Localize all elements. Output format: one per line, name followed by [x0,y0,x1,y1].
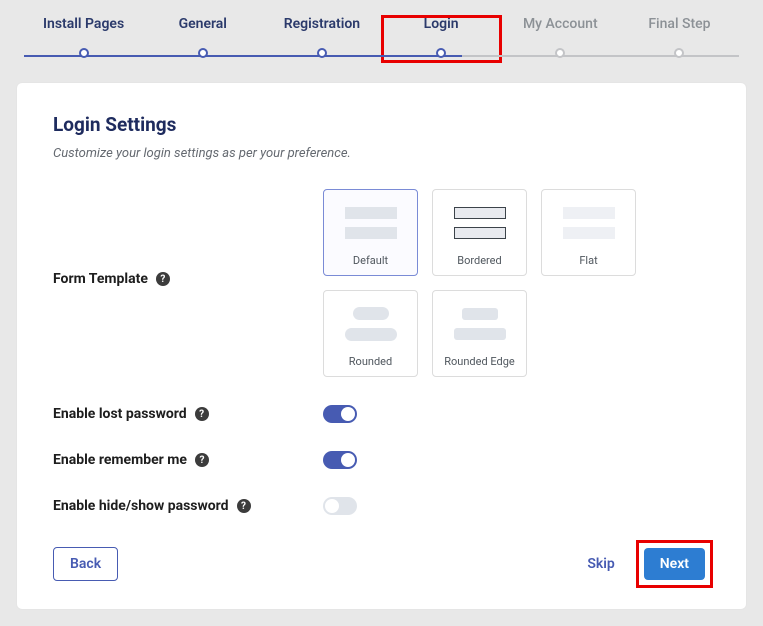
next-highlight: Next [639,543,710,585]
template-preview-icon [552,200,625,246]
toggle-knob-icon [341,453,355,467]
template-preview-icon [334,301,407,347]
template-flat[interactable]: Flat [541,189,636,276]
row-form-template: Form Template ? Default Bordered [53,189,710,377]
toggle-knob-icon [325,499,339,513]
toggle-knob-icon [341,407,355,421]
step-dot-icon [79,48,89,58]
template-grid: Default Bordered Flat [323,189,663,377]
label-text: Enable lost password [53,406,187,422]
help-icon[interactable]: ? [156,272,170,286]
template-name: Bordered [443,254,516,267]
template-preview-icon [443,301,516,347]
page-title: Login Settings [53,113,710,136]
template-name: Flat [552,254,625,267]
right-actions: Skip Next [573,543,710,585]
step-label: Final Step [620,16,739,32]
hide-show-toggle[interactable] [323,497,357,515]
skip-button[interactable]: Skip [573,548,628,580]
page-subtitle: Customize your login settings as per you… [53,146,710,161]
step-track-progress [24,55,462,57]
template-rounded[interactable]: Rounded [323,290,418,377]
step-label: Login [382,16,501,32]
step-label: General [143,16,262,32]
template-name: Default [334,254,407,267]
lost-password-label: Enable lost password ? [53,406,323,422]
wizard-container: Install Pages General Registration Login… [4,4,759,610]
footer-actions: Back Skip Next [53,543,710,585]
step-dot-icon [198,48,208,58]
step-label: Install Pages [24,16,143,32]
row-remember-me: Enable remember me ? [53,451,710,469]
step-label: My Account [501,16,620,32]
template-name: Rounded Edge [443,355,516,368]
template-rounded-edge[interactable]: Rounded Edge [432,290,527,377]
step-label: Registration [262,16,381,32]
stepper: Install Pages General Registration Login… [4,4,759,62]
back-button[interactable]: Back [53,547,118,581]
help-icon[interactable]: ? [237,499,251,513]
remember-me-label: Enable remember me ? [53,452,323,468]
lost-password-toggle[interactable] [323,405,357,423]
template-bordered[interactable]: Bordered [432,189,527,276]
label-text: Form Template [53,271,148,287]
step-dot-icon [317,48,327,58]
settings-panel: Login Settings Customize your login sett… [16,82,747,610]
hide-show-label: Enable hide/show password ? [53,498,323,514]
help-icon[interactable]: ? [195,453,209,467]
label-text: Enable remember me [53,452,187,468]
template-name: Rounded [334,355,407,368]
label-text: Enable hide/show password [53,498,229,514]
template-preview-icon [443,200,516,246]
next-button[interactable]: Next [644,548,705,580]
remember-me-toggle[interactable] [323,451,357,469]
row-hide-show-password: Enable hide/show password ? [53,497,710,515]
row-lost-password: Enable lost password ? [53,405,710,423]
template-default[interactable]: Default [323,189,418,276]
form-template-label: Form Template ? [53,189,323,287]
template-preview-icon [334,200,407,246]
help-icon[interactable]: ? [195,407,209,421]
